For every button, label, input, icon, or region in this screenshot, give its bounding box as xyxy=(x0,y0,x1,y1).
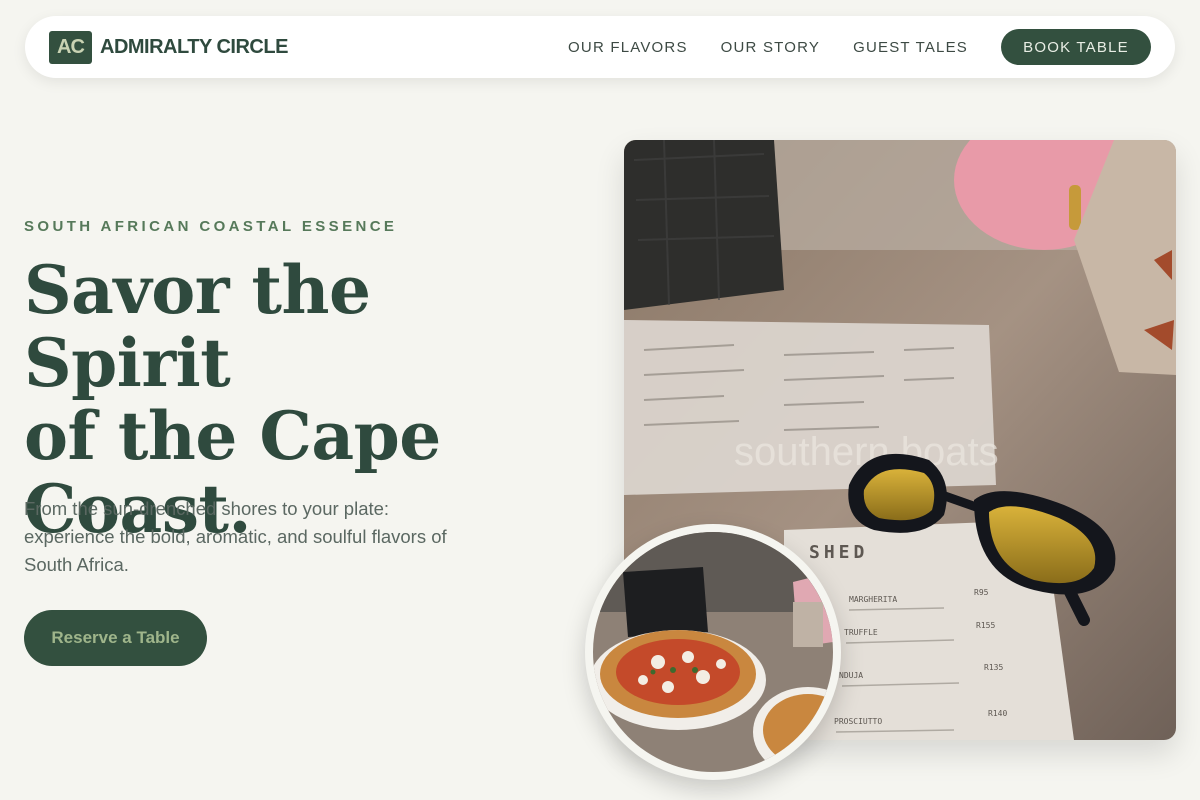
pizza-photo-frame xyxy=(593,532,833,772)
menu-item-1: MARGHERITA xyxy=(849,595,897,604)
nav-link-guest-tales[interactable]: GUEST TALES xyxy=(853,39,968,56)
hero-photo-pizza xyxy=(585,524,841,780)
handbag-shape xyxy=(624,140,784,310)
menu-item-4: PROSCIUTTO xyxy=(834,717,882,726)
top-navbar: AC ADMIRALTY CIRCLE OUR FLAVORS OUR STOR… xyxy=(25,16,1175,78)
nav-links: OUR FLAVORS OUR STORY GUEST TALES BOOK T… xyxy=(535,29,1151,65)
pizza-illustration xyxy=(593,532,833,772)
headline-line-1: Savor the Spirit xyxy=(24,251,371,402)
menu-item-3: NDUJA xyxy=(839,671,863,680)
logo-mark[interactable]: AC xyxy=(49,30,92,64)
reserve-table-button[interactable]: Reserve a Table xyxy=(24,610,207,666)
hero-description: From the sun-drenched shores to your pla… xyxy=(24,498,447,575)
menu-price-1: R95 xyxy=(974,588,989,597)
menu-item-2: TRUFFLE xyxy=(844,628,878,637)
menu-title: SHED xyxy=(809,542,868,563)
headline-line-2: of the Cape xyxy=(24,397,441,475)
hero-eyebrow: SOUTH AFRICAN COASTAL ESSENCE xyxy=(24,218,398,235)
nav-link-our-story[interactable]: OUR STORY xyxy=(721,39,820,56)
logo-text[interactable]: ADMIRALTY CIRCLE xyxy=(100,36,288,59)
menu-price-4: R140 xyxy=(988,709,1007,718)
menu-price-2: R155 xyxy=(976,621,995,630)
book-table-button[interactable]: BOOK TABLE xyxy=(1001,29,1151,65)
nav-link-our-flavors[interactable]: OUR FLAVORS xyxy=(568,39,688,56)
menu-price-3: R135 xyxy=(984,663,1003,672)
